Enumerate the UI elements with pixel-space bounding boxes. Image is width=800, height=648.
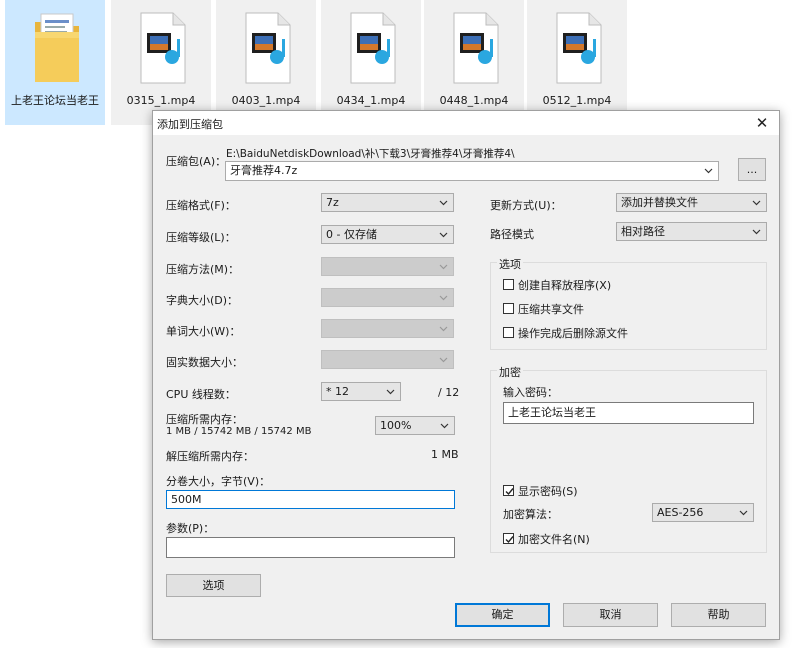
solid-select xyxy=(321,350,454,369)
chevron-down-icon xyxy=(739,510,748,516)
chevron-down-icon xyxy=(440,423,449,429)
memory-percent-select[interactable]: 100% xyxy=(375,416,455,435)
cancel-button[interactable]: 取消 xyxy=(563,603,658,627)
media-file-0448[interactable]: 0448_1.mp4 xyxy=(424,0,524,125)
path-mode-select[interactable]: 相对路径 xyxy=(616,222,767,241)
format-label: 压缩格式(F)： xyxy=(166,199,236,212)
memory-label: 压缩所需内存： xyxy=(166,413,243,426)
update-mode-value: 添加并替换文件 xyxy=(621,196,698,209)
checkmark-icon xyxy=(505,536,514,544)
media-file-name: 0403_1.mp4 xyxy=(231,94,301,107)
title-bar[interactable]: 添加到压缩包 ✕ xyxy=(153,111,779,135)
chevron-down-icon xyxy=(386,389,395,395)
encrypt-names-label: 加密文件名(N) xyxy=(518,533,590,546)
show-password-label: 显示密码(S) xyxy=(518,485,578,498)
media-file-0434[interactable]: 0434_1.mp4 xyxy=(321,0,421,125)
chevron-down-icon xyxy=(439,295,448,301)
chevron-down-icon xyxy=(752,229,761,235)
media-file-0512[interactable]: 0512_1.mp4 xyxy=(527,0,627,125)
archive-name-combo[interactable]: 牙膏推荐4.7z xyxy=(225,161,719,181)
format-select[interactable]: 7z xyxy=(321,193,454,212)
chevron-down-icon xyxy=(439,232,448,238)
video-file-icon xyxy=(350,7,396,85)
level-label: 压缩等级(L)： xyxy=(166,231,236,244)
video-file-icon xyxy=(245,7,291,85)
chevron-down-icon xyxy=(439,200,448,206)
ok-button[interactable]: 确定 xyxy=(455,603,550,627)
media-file-name: 0315_1.mp4 xyxy=(126,94,196,107)
media-file-name: 0448_1.mp4 xyxy=(439,94,509,107)
sfx-checkbox-label: 创建自释放程序(X) xyxy=(518,279,612,292)
video-file-icon xyxy=(453,7,499,85)
media-file-name: 0512_1.mp4 xyxy=(542,94,612,107)
chevron-down-icon xyxy=(439,357,448,363)
memory-value: 1 MB / 15742 MB / 15742 MB xyxy=(166,426,312,437)
encryption-group: 加密 输入密码： 上老王论坛当老王 显示密码(S) 加密算法： AES-256 … xyxy=(490,364,767,553)
media-file-0315[interactable]: 0315_1.mp4 xyxy=(111,0,211,125)
decompress-memory-label: 解压缩所需内存： xyxy=(166,450,254,463)
cpu-label: CPU 线程数： xyxy=(166,388,236,401)
dialog-title: 添加到压缩包 xyxy=(157,118,223,131)
memory-percent-value: 100% xyxy=(380,419,412,432)
browse-button[interactable]: ... xyxy=(738,158,766,181)
cpu-select[interactable]: * 12 xyxy=(321,382,401,401)
cpu-max: / 12 xyxy=(438,386,460,399)
sfx-checkbox[interactable] xyxy=(503,279,514,290)
solid-label: 固实数据大小： xyxy=(166,356,243,369)
update-mode-label: 更新方式(U)： xyxy=(490,199,562,212)
video-file-icon xyxy=(140,7,186,85)
volume-size-input[interactable]: 500M xyxy=(166,490,455,509)
method-label: 压缩方法(M)： xyxy=(166,263,240,276)
archive-name-value: 牙膏推荐4.7z xyxy=(230,164,298,177)
params-input[interactable] xyxy=(166,537,455,558)
folder-item[interactable]: 上老王论坛当老王 xyxy=(5,0,105,125)
close-icon[interactable]: ✕ xyxy=(751,113,773,133)
video-file-icon xyxy=(556,7,602,85)
level-value: 0 - 仅存储 xyxy=(326,228,377,241)
word-label: 单词大小(W)： xyxy=(166,325,241,338)
path-mode-value: 相对路径 xyxy=(621,225,665,238)
options-button[interactable]: 选项 xyxy=(166,574,261,597)
password-label: 输入密码： xyxy=(503,386,558,399)
path-mode-label: 路径模式 xyxy=(490,228,534,241)
help-button[interactable]: 帮助 xyxy=(671,603,766,627)
level-select[interactable]: 0 - 仅存储 xyxy=(321,225,454,244)
volume-size-label: 分卷大小，字节(V)： xyxy=(166,475,271,488)
dict-label: 字典大小(D)： xyxy=(166,294,239,307)
show-password-checkbox[interactable] xyxy=(503,485,514,496)
params-label: 参数(P)： xyxy=(166,522,215,535)
password-input[interactable]: 上老王论坛当老王 xyxy=(503,402,754,424)
chevron-down-icon xyxy=(439,326,448,332)
folder-name: 上老王论坛当老王 xyxy=(11,94,99,107)
chevron-down-icon xyxy=(704,168,713,174)
encryption-group-title: 加密 xyxy=(497,364,523,380)
algorithm-value: AES-256 xyxy=(657,506,704,519)
delete-after-checkbox[interactable] xyxy=(503,327,514,338)
checkmark-icon xyxy=(505,488,514,496)
dict-select xyxy=(321,288,454,307)
media-file-name: 0434_1.mp4 xyxy=(336,94,406,107)
options-group: 选项 创建自释放程序(X) 压缩共享文件 操作完成后删除源文件 xyxy=(490,256,767,350)
shared-files-checkbox-label: 压缩共享文件 xyxy=(518,303,584,316)
algorithm-label: 加密算法： xyxy=(503,508,558,521)
options-group-title: 选项 xyxy=(497,256,523,272)
update-mode-select[interactable]: 添加并替换文件 xyxy=(616,193,767,212)
format-value: 7z xyxy=(326,196,339,209)
shared-files-checkbox[interactable] xyxy=(503,303,514,314)
add-to-archive-dialog: 添加到压缩包 ✕ 压缩包(A)： E:\BaiduNetdiskDownload… xyxy=(152,110,780,640)
word-select xyxy=(321,319,454,338)
decompress-memory-value: 1 MB xyxy=(431,448,459,461)
chevron-down-icon xyxy=(439,264,448,270)
archive-path: E:\BaiduNetdiskDownload\补\下载3\牙膏推荐4\牙膏推荐… xyxy=(226,148,515,160)
delete-after-checkbox-label: 操作完成后删除源文件 xyxy=(518,327,628,340)
encrypt-names-checkbox[interactable] xyxy=(503,533,514,544)
cpu-value: * 12 xyxy=(326,385,349,398)
method-select xyxy=(321,257,454,276)
archive-label: 压缩包(A)： xyxy=(166,155,227,168)
chevron-down-icon xyxy=(752,200,761,206)
algorithm-select[interactable]: AES-256 xyxy=(652,503,754,522)
media-file-0403[interactable]: 0403_1.mp4 xyxy=(216,0,316,125)
folder-icon xyxy=(33,8,81,84)
